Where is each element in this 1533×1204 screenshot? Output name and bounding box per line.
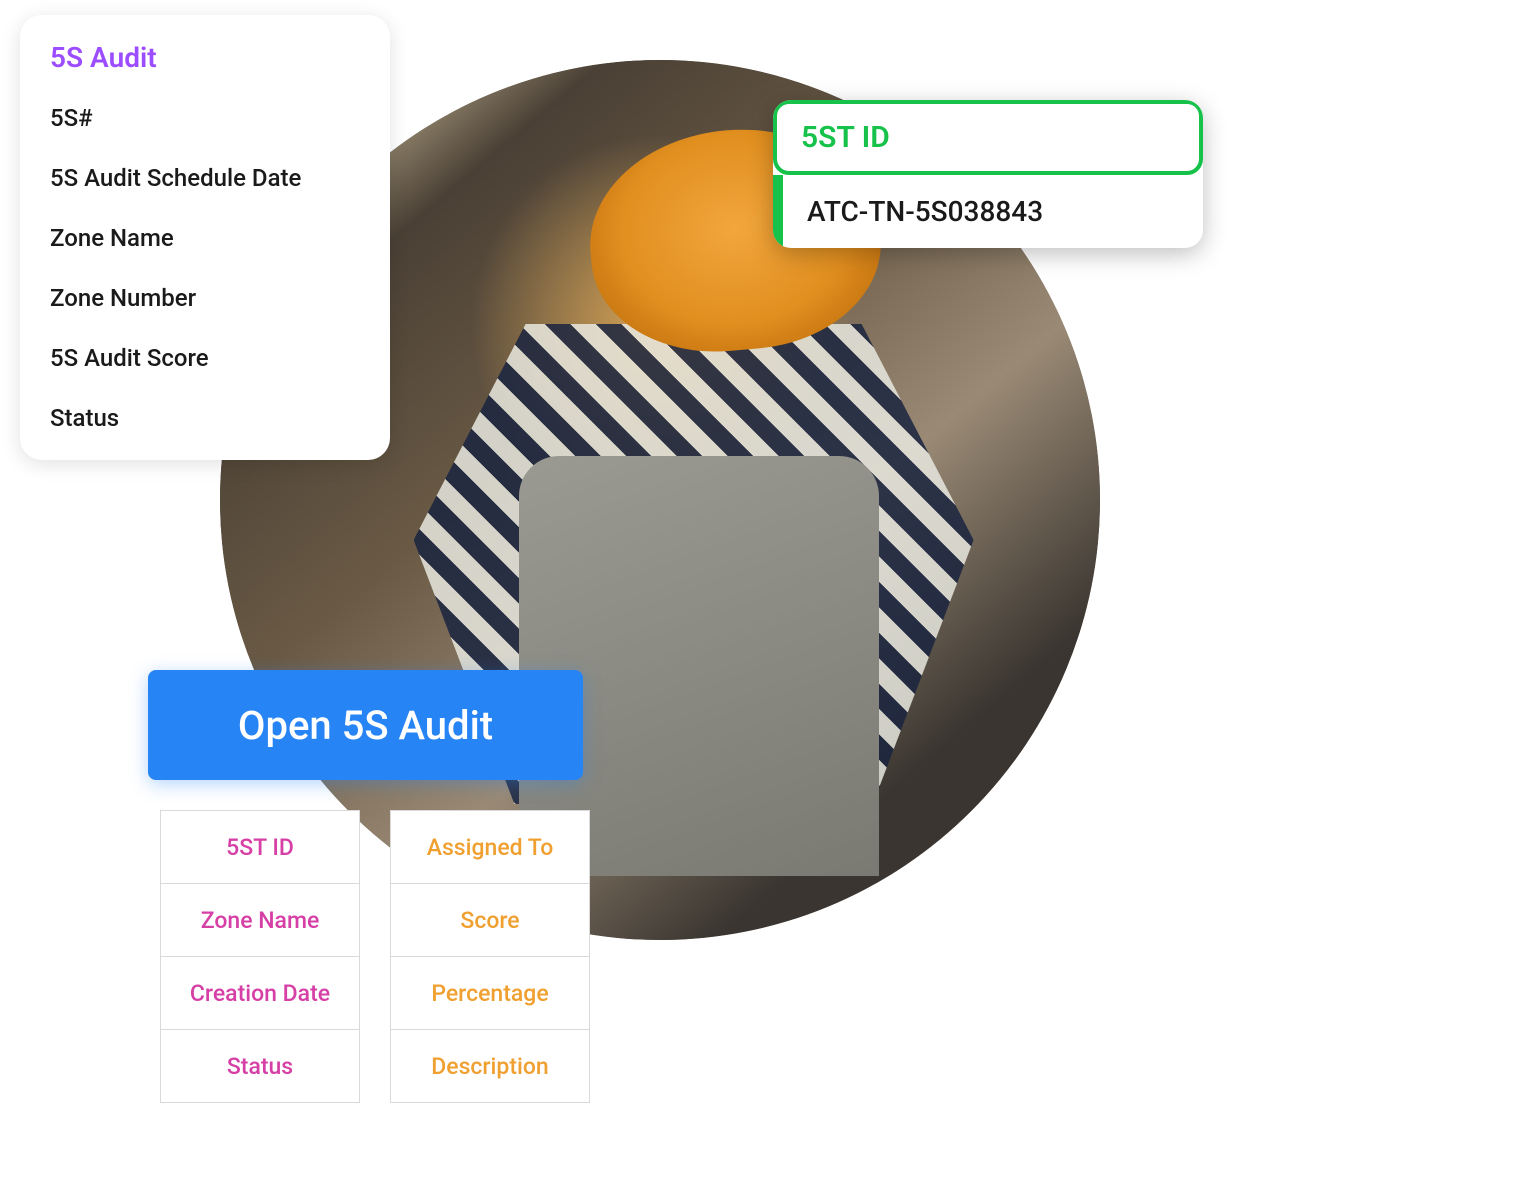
id-accent-bar <box>773 175 783 248</box>
audit-fields-card: 5S Audit 5S# 5S Audit Schedule Date Zone… <box>20 15 390 460</box>
audit-field-status[interactable]: Status <box>50 404 360 432</box>
id-card: 5ST ID ATC-TN-5S038843 <box>773 100 1203 248</box>
cell-creation-date[interactable]: Creation Date <box>160 956 360 1030</box>
field-column-left: 5ST ID Zone Name Creation Date Status <box>160 810 360 1102</box>
id-card-label: 5ST ID <box>773 100 1203 175</box>
audit-field-schedule-date[interactable]: 5S Audit Schedule Date <box>50 164 360 192</box>
cell-assigned-to[interactable]: Assigned To <box>390 810 590 884</box>
audit-field-zone-number[interactable]: Zone Number <box>50 284 360 312</box>
open-5s-audit-button[interactable]: Open 5S Audit <box>148 670 583 780</box>
cell-5st-id[interactable]: 5ST ID <box>160 810 360 884</box>
cell-percentage[interactable]: Percentage <box>390 956 590 1030</box>
id-card-value: ATC-TN-5S038843 <box>783 175 1067 248</box>
audit-field-score[interactable]: 5S Audit Score <box>50 344 360 372</box>
field-column-right: Assigned To Score Percentage Description <box>390 810 590 1102</box>
cell-description[interactable]: Description <box>390 1029 590 1103</box>
audit-field-zone-name[interactable]: Zone Name <box>50 224 360 252</box>
cell-zone-name[interactable]: Zone Name <box>160 883 360 957</box>
audit-card-title: 5S Audit <box>50 41 360 74</box>
cell-score[interactable]: Score <box>390 883 590 957</box>
field-columns: 5ST ID Zone Name Creation Date Status As… <box>160 810 590 1102</box>
audit-field-5s-number[interactable]: 5S# <box>50 104 360 132</box>
cell-status[interactable]: Status <box>160 1029 360 1103</box>
